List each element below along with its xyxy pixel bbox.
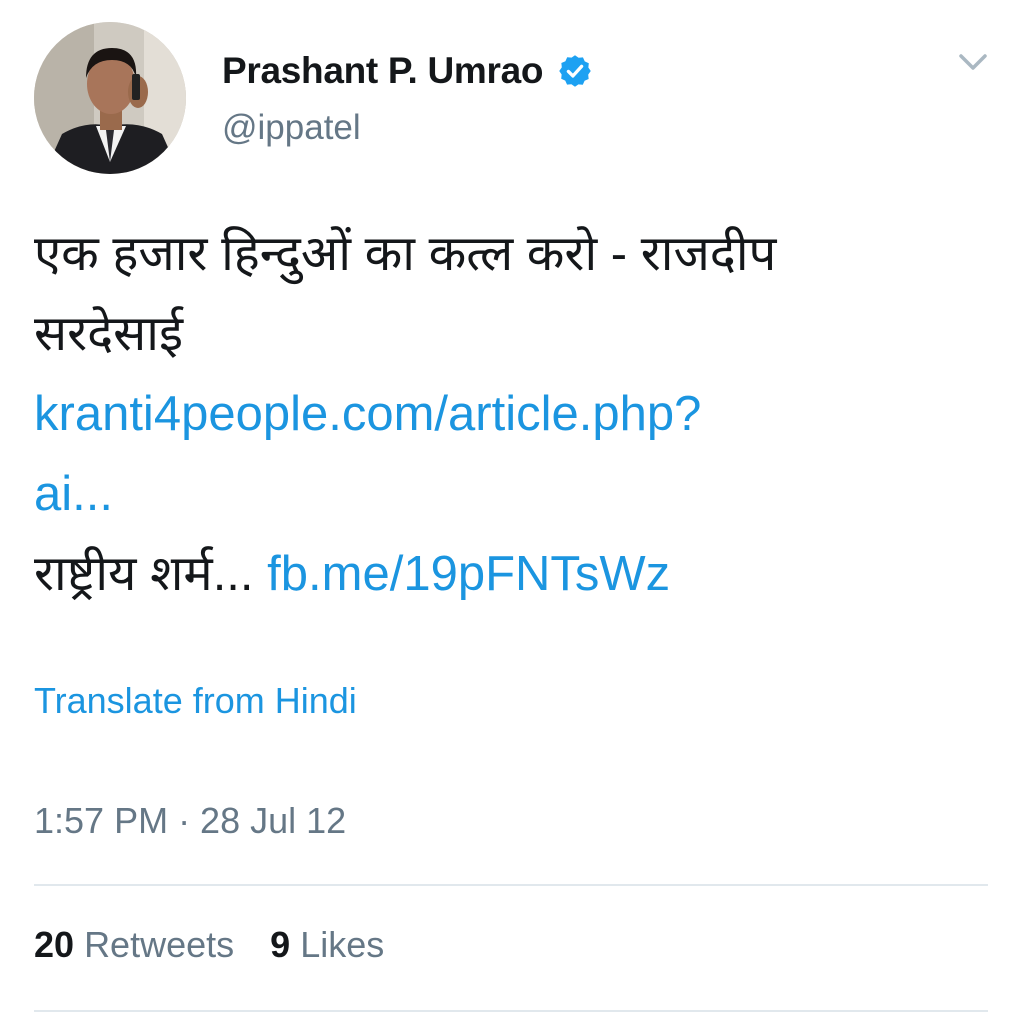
tweet-text-line: सरदेसाई — [34, 307, 184, 361]
facebook-short-link[interactable]: fb.me/19pFNTsWz — [267, 547, 670, 601]
divider — [34, 884, 988, 886]
likes-stat[interactable]: 9 Likes — [270, 924, 384, 965]
likes-count: 9 — [270, 924, 291, 965]
divider — [34, 1010, 988, 1012]
timestamp: 1:57 PM · 28 Jul 12 — [34, 800, 347, 841]
name-row: Prashant P. Umrao — [222, 46, 593, 96]
avatar-photo — [34, 22, 186, 174]
user-handle[interactable]: @ippatel — [222, 108, 361, 148]
likes-label: Likes — [300, 924, 385, 965]
tweet-text-fragment: राष्ट्रीय शर्म... — [34, 547, 268, 601]
tweet-text: एक हजार हिन्दुओं का कत्ल करो - राजदीप सर… — [34, 214, 994, 614]
chevron-down-icon[interactable] — [955, 50, 991, 74]
article-link-continuation[interactable]: ai... — [34, 454, 994, 534]
tweet-detail: Prashant P. Umrao @ippatel एक हजार हिन्द… — [0, 0, 1022, 1024]
retweets-stat[interactable]: 20 Retweets — [34, 924, 234, 965]
article-link[interactable]: kranti4people.com/article.php? — [34, 374, 994, 454]
tweet-text-line: राष्ट्रीय शर्म... fb.me/19pFNTsWz — [34, 534, 994, 614]
translate-link[interactable]: Translate from Hindi — [34, 680, 357, 722]
tweet-text-line: एक हजार हिन्दुओं का कत्ल करो - राजदीप — [34, 227, 777, 281]
engagement-stats: 20 Retweets 9 Likes — [34, 924, 384, 966]
avatar[interactable] — [34, 22, 186, 174]
retweets-count: 20 — [34, 924, 75, 965]
verified-badge-icon — [559, 55, 591, 87]
display-name[interactable]: Prashant P. Umrao — [222, 50, 543, 92]
retweets-label: Retweets — [84, 924, 235, 965]
